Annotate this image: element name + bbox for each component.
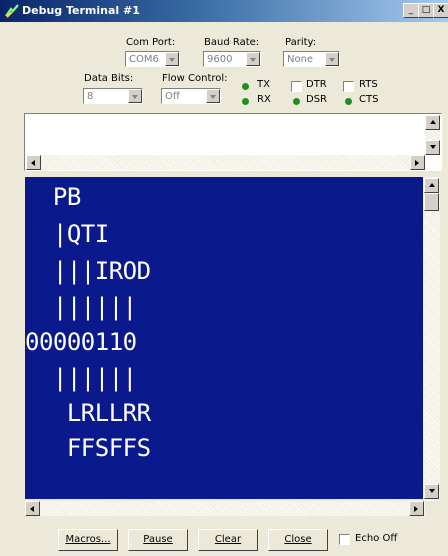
- scroll-left-button[interactable]: [26, 155, 41, 170]
- receive-terminal[interactable]: PB |QTI |||IROD |||||| 00000110 |||||| L…: [25, 177, 423, 499]
- rts-label: RTS: [359, 79, 378, 90]
- flow-control-label: Flow Control:: [162, 73, 228, 84]
- baud-rate-value: 9600: [207, 54, 233, 65]
- dsr-label: DSR: [306, 94, 327, 105]
- echo-off-label: Echo Off: [355, 533, 398, 544]
- terminal-horizontal-scrollbar[interactable]: [25, 501, 425, 516]
- cts-led-icon: [345, 98, 352, 105]
- terminal-line: LRLLRR: [25, 399, 151, 427]
- parity-select[interactable]: None: [283, 51, 340, 67]
- cts-label: CTS: [359, 94, 379, 105]
- scroll-thumb[interactable]: [424, 193, 439, 211]
- arrow-down-icon: [430, 145, 436, 149]
- baud-rate-select[interactable]: 9600: [203, 51, 261, 67]
- baud-rate-label: Baud Rate:: [204, 37, 260, 48]
- arrow-left-icon: [31, 160, 35, 166]
- echo-off-checkbox[interactable]: [339, 534, 350, 545]
- debug-terminal-icon: [5, 4, 19, 18]
- terminal-line: PB: [25, 183, 81, 211]
- transmit-horizontal-scrollbar[interactable]: [26, 155, 425, 170]
- scroll-down-button[interactable]: [425, 140, 440, 155]
- arrow-up-icon: [429, 183, 435, 187]
- chevron-down-icon: [246, 52, 260, 66]
- tx-label: TX: [257, 79, 270, 90]
- com-port-label: Com Port:: [126, 37, 176, 48]
- dtr-checkbox[interactable]: [291, 81, 302, 92]
- scroll-up-button[interactable]: [425, 115, 440, 130]
- terminal-line: ||||||: [25, 364, 137, 392]
- scroll-up-button[interactable]: [424, 178, 439, 193]
- terminal-line: |QTI: [25, 220, 109, 248]
- parity-value: None: [287, 54, 314, 65]
- dsr-led-icon: [293, 98, 300, 105]
- scroll-right-button[interactable]: [409, 501, 424, 516]
- flow-control-select[interactable]: Off: [161, 88, 221, 104]
- terminal-line: ||||||: [25, 293, 137, 321]
- macros-button[interactable]: Macros...: [58, 529, 118, 551]
- data-bits-value: 8: [87, 91, 94, 102]
- scroll-right-button[interactable]: [410, 155, 425, 170]
- chevron-down-icon: [206, 89, 220, 103]
- terminal-line: FFSFFS: [25, 434, 151, 462]
- clear-button[interactable]: Clear: [198, 529, 258, 551]
- close-button[interactable]: Close: [268, 529, 328, 551]
- terminal-vertical-scrollbar[interactable]: [423, 177, 440, 501]
- rts-checkbox[interactable]: [343, 81, 354, 92]
- arrow-left-icon: [30, 506, 34, 512]
- rx-led-icon: [242, 98, 249, 105]
- data-bits-select[interactable]: 8: [83, 88, 143, 104]
- data-bits-label: Data Bits:: [84, 73, 134, 84]
- pause-button[interactable]: Pause: [128, 529, 188, 551]
- flow-control-value: Off: [165, 91, 180, 102]
- maximize-button[interactable]: □: [418, 3, 434, 18]
- minimize-button[interactable]: _: [403, 3, 419, 18]
- dtr-label: DTR: [306, 79, 327, 90]
- com-port-value: COM6: [129, 54, 159, 65]
- com-port-select[interactable]: COM6: [125, 51, 180, 67]
- scroll-down-button[interactable]: [424, 484, 439, 499]
- arrow-up-icon: [430, 120, 436, 124]
- parity-label: Parity:: [285, 37, 317, 48]
- arrow-down-icon: [429, 489, 435, 493]
- rx-label: RX: [257, 94, 271, 105]
- chevron-down-icon: [128, 89, 142, 103]
- close-window-button[interactable]: X: [433, 3, 448, 18]
- arrow-right-icon: [414, 506, 418, 512]
- scroll-left-button[interactable]: [25, 501, 40, 516]
- terminal-line: |||IROD: [25, 257, 151, 285]
- terminal-line: 00000110: [25, 328, 137, 356]
- chevron-down-icon: [165, 52, 179, 66]
- chevron-down-icon: [325, 52, 339, 66]
- tx-led-icon: [242, 83, 249, 90]
- window-title: Debug Terminal #1: [22, 4, 140, 17]
- arrow-right-icon: [415, 160, 419, 166]
